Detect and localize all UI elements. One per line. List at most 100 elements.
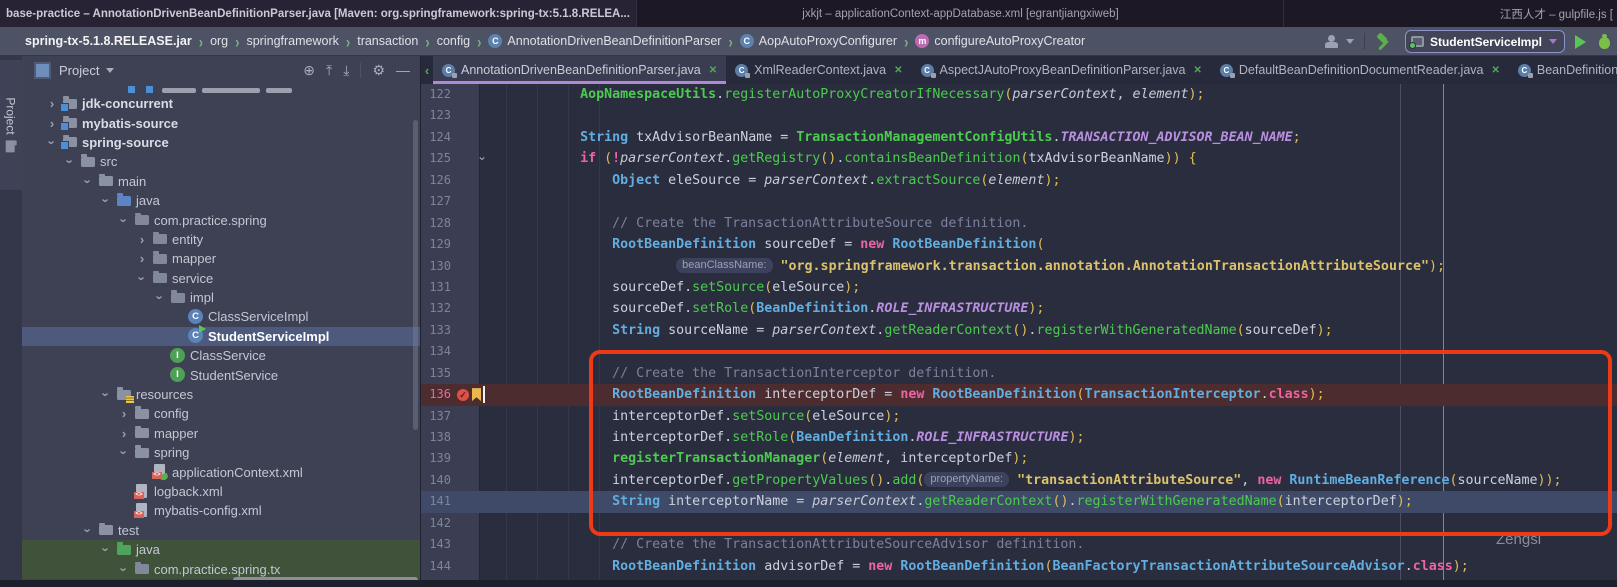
tree-row[interactable]: IClassService bbox=[22, 346, 420, 365]
project-tool-tab[interactable]: Project bbox=[0, 60, 22, 190]
line-number[interactable]: 124 bbox=[421, 127, 451, 148]
tree-row[interactable]: applicationContext.xml bbox=[22, 462, 420, 481]
tab-close-icon[interactable]: ✕ bbox=[1491, 65, 1499, 76]
editor-tab[interactable]: CDefaultBeanDefinitionDocumentReader.jav… bbox=[1211, 56, 1509, 84]
tree-row[interactable]: ›service bbox=[22, 269, 420, 288]
hide-icon[interactable]: — bbox=[396, 62, 410, 78]
line-number[interactable]: 142 bbox=[421, 513, 451, 534]
tree-row[interactable]: ›jdk-concurrent bbox=[22, 94, 420, 113]
chevron-down-icon[interactable]: › bbox=[118, 212, 131, 228]
tree-row[interactable]: ›resources bbox=[22, 385, 420, 404]
line-number[interactable]: 128 bbox=[421, 213, 451, 234]
line-number[interactable]: 138 bbox=[421, 427, 451, 448]
line-number[interactable]: 141 bbox=[421, 491, 451, 512]
user-icon[interactable] bbox=[1324, 35, 1342, 49]
chevron-down-icon[interactable]: › bbox=[100, 542, 113, 558]
breadcrumb-item[interactable]: CAopAutoProxyConfigurer bbox=[740, 34, 897, 48]
chevron-right-icon[interactable]: › bbox=[116, 407, 132, 420]
line-number[interactable]: 135 bbox=[421, 363, 451, 384]
chevron-down-icon[interactable]: › bbox=[82, 173, 95, 189]
tree-row[interactable]: ›src bbox=[22, 152, 420, 171]
editor-tab[interactable]: CAspectJAutoProxyBeanDefinitionParser.ja… bbox=[912, 56, 1211, 84]
line-number[interactable]: 144 bbox=[421, 556, 451, 577]
tree-vertical-scrollbar[interactable] bbox=[413, 120, 418, 430]
chevron-right-icon[interactable]: › bbox=[44, 117, 60, 130]
chevron-down-icon[interactable]: › bbox=[154, 290, 167, 306]
tree-row[interactable]: ›mybatis-source bbox=[22, 113, 420, 132]
tree-row[interactable]: ›config bbox=[22, 404, 420, 423]
line-number[interactable]: 126 bbox=[421, 170, 451, 191]
line-number[interactable]: 125 bbox=[421, 148, 451, 169]
line-number[interactable]: 127 bbox=[421, 191, 451, 212]
tree-row[interactable]: ›java bbox=[22, 191, 420, 210]
tree-row[interactable]: ›test bbox=[22, 521, 420, 540]
settings-gear-icon[interactable]: ⚙ bbox=[372, 62, 385, 79]
breadcrumb-item[interactable]: springframework bbox=[246, 34, 338, 48]
tree-row[interactable]: ›impl bbox=[22, 288, 420, 307]
editor-tab[interactable]: CBeanDefinitionParserDelegate.java✕ bbox=[1509, 56, 1617, 84]
line-number[interactable]: 139 bbox=[421, 448, 451, 469]
tree-row[interactable]: ›com.practice.spring.tx bbox=[22, 559, 420, 578]
chevron-down-icon[interactable]: › bbox=[64, 154, 77, 170]
run-configuration-select[interactable]: StudentServiceImpl bbox=[1405, 30, 1565, 53]
tree-row[interactable]: IStudentService bbox=[22, 365, 420, 384]
breadcrumb-item[interactable]: config bbox=[437, 34, 470, 48]
tab-close-icon[interactable]: ✕ bbox=[894, 65, 902, 76]
tree-row[interactable]: ›spring bbox=[22, 443, 420, 462]
tab-close-icon[interactable]: ✕ bbox=[709, 65, 717, 76]
line-number[interactable]: 132 bbox=[421, 298, 451, 319]
breakpoint-icon[interactable]: ✓ bbox=[457, 389, 469, 401]
tab-scroll-left-icon[interactable]: ‹ bbox=[421, 56, 433, 84]
tree-row[interactable]: ›mapper bbox=[22, 424, 420, 443]
tree-row[interactable]: ›mapper bbox=[22, 249, 420, 268]
breadcrumb-item[interactable]: spring-tx-5.1.8.RELEASE.jar bbox=[25, 34, 192, 48]
tab-close-icon[interactable]: ✕ bbox=[1194, 65, 1202, 76]
breadcrumb-item[interactable]: CAnnotationDrivenBeanDefinitionParser bbox=[488, 34, 721, 48]
chevron-down-icon[interactable]: › bbox=[100, 387, 113, 403]
expand-all-icon[interactable]: ⤒ bbox=[326, 62, 332, 79]
bookmark-icon[interactable] bbox=[472, 388, 481, 401]
chevron-down-icon[interactable]: › bbox=[118, 445, 131, 461]
tree-row[interactable]: ›spring-source bbox=[22, 133, 420, 152]
breadcrumb-item[interactable]: transaction bbox=[357, 34, 418, 48]
chevron-down-icon[interactable]: › bbox=[136, 270, 149, 286]
editor-tab[interactable]: CAnnotationDrivenBeanDefinitionParser.ja… bbox=[433, 56, 726, 84]
chevron-down-icon[interactable]: › bbox=[82, 522, 95, 538]
chevron-right-icon[interactable]: › bbox=[116, 427, 132, 440]
line-number[interactable]: 137 bbox=[421, 406, 451, 427]
line-number[interactable]: 122 bbox=[421, 84, 451, 105]
line-number[interactable]: 134 bbox=[421, 341, 451, 362]
line-number[interactable]: 133 bbox=[421, 320, 451, 341]
tree-row[interactable]: ›main bbox=[22, 172, 420, 191]
tree-row[interactable]: ›entity bbox=[22, 230, 420, 249]
line-number[interactable]: 131 bbox=[421, 277, 451, 298]
tree-row[interactable]: logback.xml bbox=[22, 482, 420, 501]
tree-row[interactable]: CStudentServiceImpl bbox=[22, 327, 420, 346]
line-number[interactable]: 123 bbox=[421, 105, 451, 126]
build-hammer-icon[interactable] bbox=[1375, 33, 1393, 51]
locate-icon[interactable]: ⊕ bbox=[303, 62, 315, 79]
tree-row[interactable]: mybatis-config.xml bbox=[22, 501, 420, 520]
tree-row[interactable]: ›com.practice.spring bbox=[22, 210, 420, 229]
line-number[interactable]: 140 bbox=[421, 470, 451, 491]
line-number[interactable]: 143 bbox=[421, 534, 451, 555]
chevron-right-icon[interactable]: › bbox=[134, 233, 150, 246]
breadcrumb-item[interactable]: mconfigureAutoProxyCreator bbox=[915, 34, 1085, 48]
run-icon[interactable] bbox=[1575, 35, 1586, 49]
tree-row[interactable]: ›java bbox=[22, 540, 420, 559]
chevron-down-icon[interactable]: › bbox=[100, 193, 113, 209]
collapse-all-icon[interactable]: ⤓ bbox=[343, 62, 349, 79]
chevron-down-icon[interactable]: › bbox=[46, 134, 59, 150]
breadcrumb-item[interactable]: org bbox=[210, 34, 228, 48]
line-number[interactable]: 129 bbox=[421, 234, 451, 255]
chevron-down-icon[interactable]: › bbox=[118, 561, 131, 577]
chevron-right-icon[interactable]: › bbox=[44, 97, 60, 110]
user-dropdown-caret-icon[interactable] bbox=[1346, 39, 1354, 44]
editor-tab[interactable]: CXmlReaderContext.java✕ bbox=[726, 56, 911, 84]
chevron-right-icon[interactable]: › bbox=[134, 252, 150, 265]
line-number[interactable]: 130 bbox=[421, 256, 451, 277]
line-number[interactable]: 136 bbox=[421, 384, 451, 405]
tree-row[interactable]: CClassServiceImpl bbox=[22, 307, 420, 326]
project-view-caret-icon[interactable] bbox=[106, 68, 114, 73]
debug-icon[interactable] bbox=[1598, 34, 1611, 49]
